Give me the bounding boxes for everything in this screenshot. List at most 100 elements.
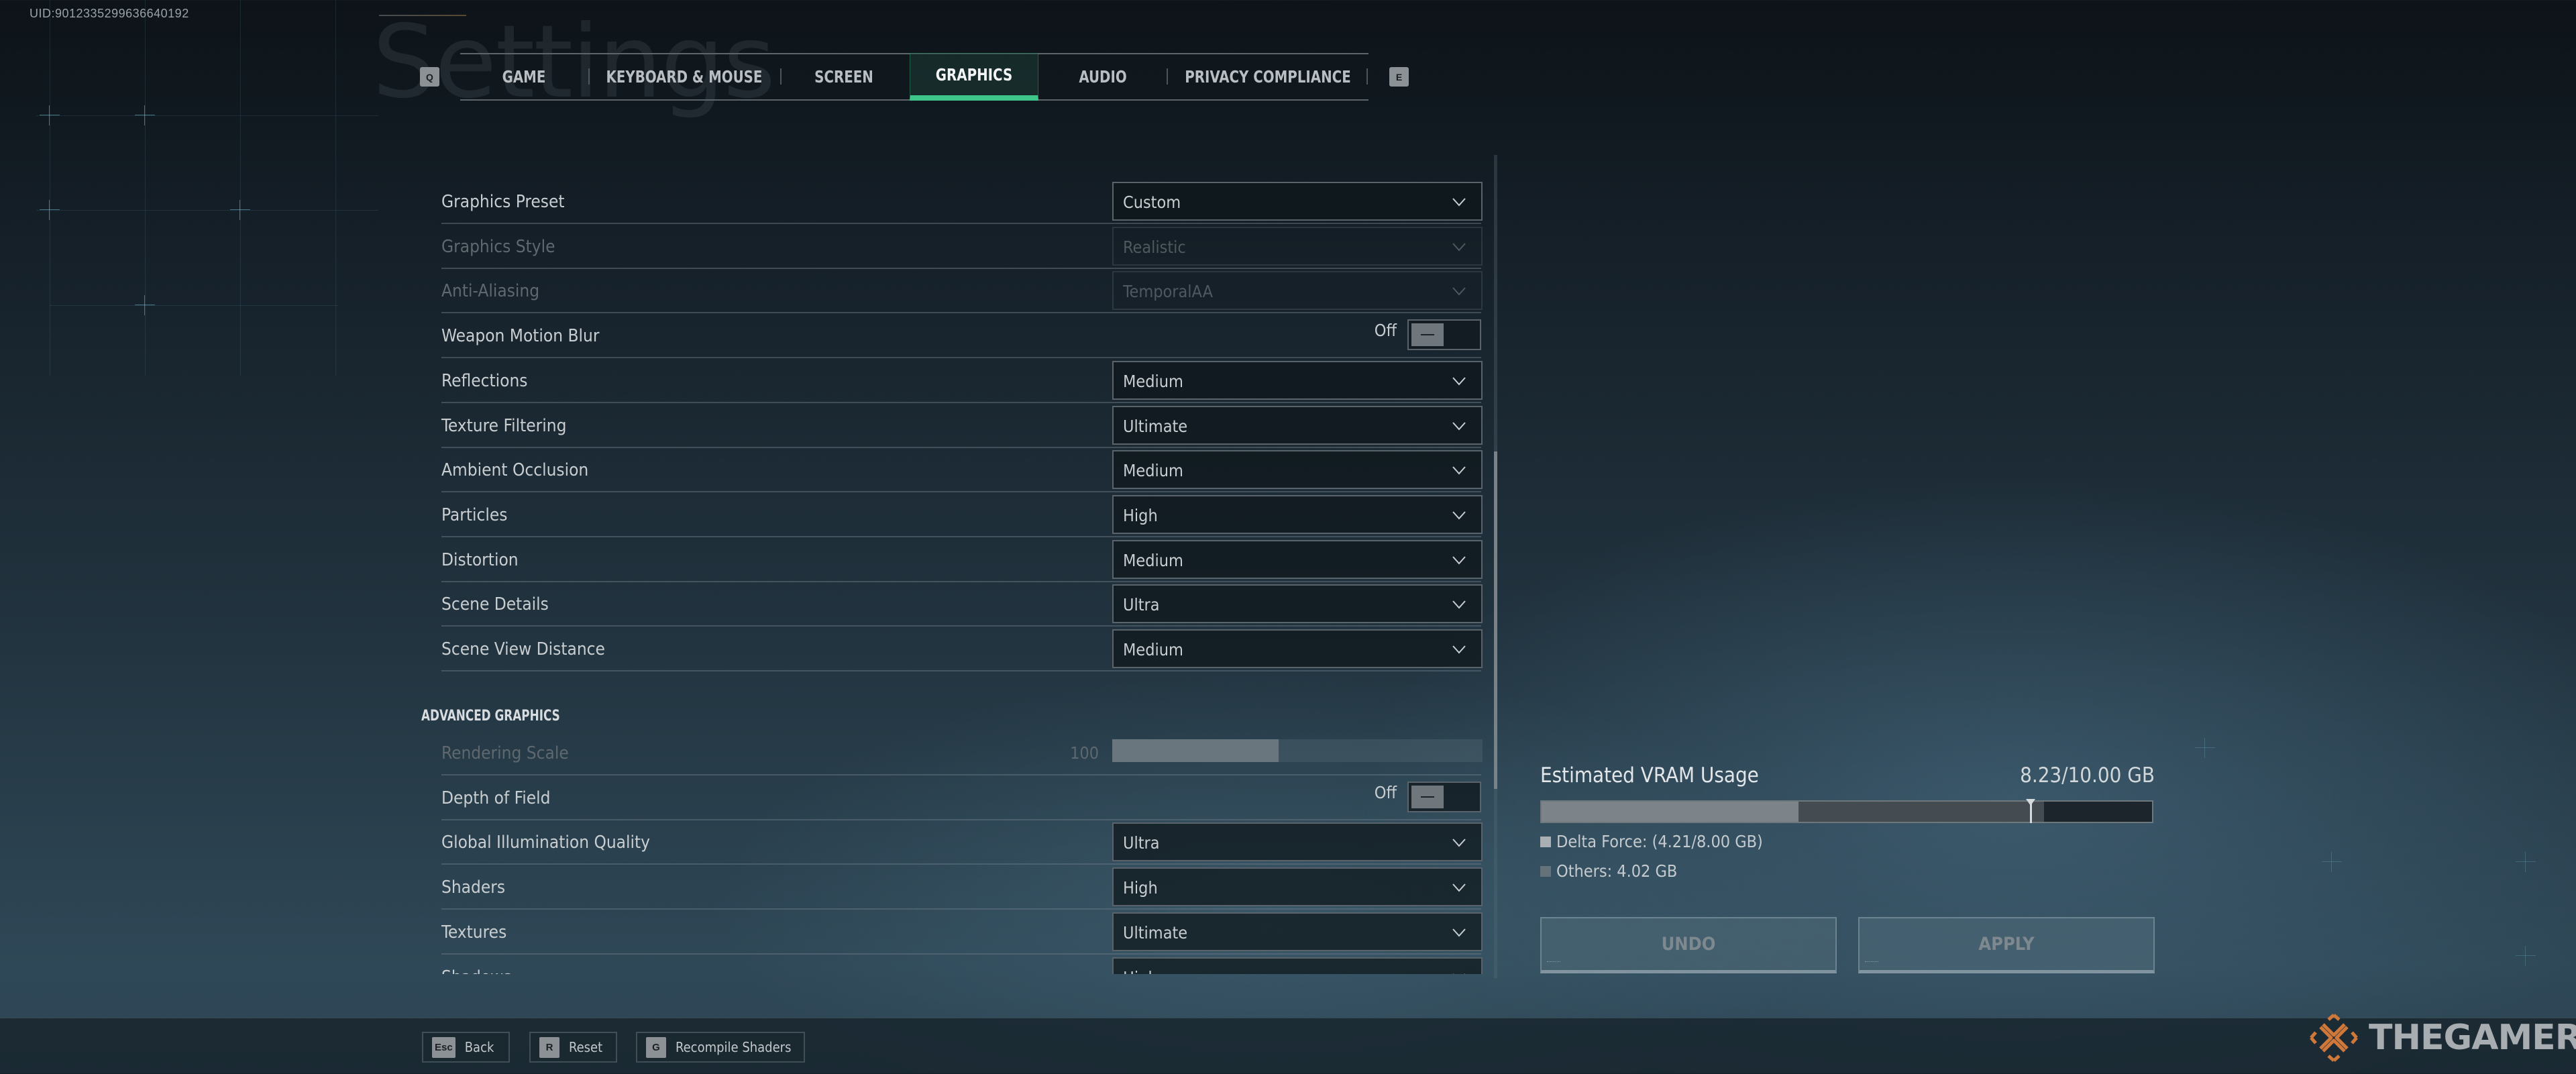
tab-divider [1366, 68, 1368, 85]
setting-label: Anti-Aliasing [441, 281, 540, 302]
toggle-state-label: Off [1374, 321, 1397, 341]
setting-row-weapon-motion-blur: Weapon Motion Blur Off [441, 314, 1481, 359]
legend-swatch-others [1540, 865, 1551, 877]
tab-divider [588, 68, 590, 85]
deco-grid-line [36, 210, 378, 211]
next-tab-key[interactable]: E [1389, 67, 1409, 87]
dropdown-value: High [1123, 505, 1158, 525]
deco-grid-line [240, 0, 241, 376]
apply-button[interactable]: APPLY [1858, 917, 2155, 973]
legend-game-label: Delta Force: (4.21/8.00 GB) [1556, 832, 1763, 851]
dropdown-value: Medium [1123, 550, 1183, 570]
legend-game: Delta Force: (4.21/8.00 GB) [1540, 832, 1763, 851]
undo-button[interactable]: UNDO [1540, 917, 1837, 973]
crosshair-icon [2322, 852, 2342, 872]
shadows-dropdown[interactable]: High [1112, 957, 1483, 974]
setting-row-shadows: Shadows High [441, 955, 1483, 974]
chevron-down-icon [1452, 973, 1466, 974]
particles-dropdown[interactable]: High [1112, 494, 1483, 534]
vram-budget-marker [2026, 799, 2035, 823]
setting-label: Graphics Preset [441, 192, 565, 212]
chevron-down-icon [1452, 421, 1466, 430]
crosshair-icon [2516, 852, 2536, 872]
setting-label: Particles [441, 504, 508, 525]
watermark-text: THEGAMER [2369, 1018, 2576, 1058]
recompile-shaders-button[interactable]: G Recompile Shaders [636, 1032, 805, 1063]
reflections-dropdown[interactable]: Medium [1112, 360, 1483, 400]
scene-view-distance-dropdown[interactable]: Medium [1112, 629, 1483, 668]
g-key-icon: G [646, 1036, 666, 1058]
setting-row-scene-view-distance: Scene View Distance Medium [441, 627, 1483, 672]
tab-game[interactable]: GAME [476, 53, 572, 101]
dropdown-value: Realistic [1123, 237, 1186, 257]
apply-button-label: APPLY [1978, 934, 2035, 955]
reset-button[interactable]: R Reset [529, 1032, 617, 1063]
dropdown-value: Ultra [1123, 833, 1160, 853]
watermark-logo: THEGAMER [2306, 1010, 2576, 1066]
slider-fill [1112, 739, 1279, 762]
scrollbar-thumb[interactable] [1494, 451, 1497, 789]
global-illumination-quality-dropdown[interactable]: Ultra [1112, 822, 1483, 862]
anti-aliasing-dropdown: TemporalAA [1112, 271, 1483, 311]
setting-label: Global Illumination Quality [441, 833, 651, 853]
chevron-down-icon [1452, 555, 1466, 565]
depth-of-field-toggle[interactable] [1407, 781, 1481, 812]
dropdown-value: Custom [1123, 193, 1181, 212]
dropdown-value: Ultimate [1123, 922, 1188, 943]
deco-grid-line [36, 115, 378, 116]
crosshair-icon [40, 200, 60, 220]
tab-graphics-label: GRAPHICS [935, 64, 1013, 85]
graphics-preset-dropdown[interactable]: Custom [1112, 182, 1483, 221]
dropdown-value: Medium [1123, 371, 1183, 391]
setting-row-reflections: Reflections Medium [441, 359, 1483, 403]
crosshair-icon [2516, 946, 2536, 966]
setting-row-particles: Particles High [441, 493, 1483, 537]
setting-row-global-illumination-quality: Global Illumination Quality Ultra [441, 820, 1483, 865]
r-key-icon: R [539, 1036, 559, 1058]
texture-filtering-dropdown[interactable]: Ultimate [1112, 405, 1483, 445]
prev-tab-key[interactable]: Q [420, 67, 439, 87]
toggle-knob [1411, 323, 1444, 347]
setting-row-depth-of-field: Depth of Field Off [441, 776, 1481, 820]
back-label: Back [464, 1039, 494, 1055]
rendering-scale-slider [1112, 739, 1483, 762]
distortion-dropdown[interactable]: Medium [1112, 539, 1483, 579]
uid-label: UID:9012335299636640192 [30, 7, 189, 20]
tab-graphics[interactable]: GRAPHICS [910, 53, 1038, 101]
scene-details-dropdown[interactable]: Ultra [1112, 584, 1483, 624]
ambient-occlusion-dropdown[interactable]: Medium [1112, 450, 1483, 490]
tab-keyboard-mouse[interactable]: KEYBOARD & MOUSE [602, 53, 767, 101]
crosshair-icon [135, 105, 155, 125]
setting-row-scene-details: Scene Details Ultra [441, 582, 1483, 627]
setting-row-anti-aliasing: Anti-Aliasing TemporalAA [441, 269, 1483, 314]
dropdown-value: Ultra [1123, 595, 1160, 615]
deco-grid-line [50, 305, 338, 306]
esc-key-icon: Esc [432, 1036, 455, 1058]
setting-row-texture-filtering: Texture Filtering Ultimate [441, 404, 1483, 448]
setting-row-shaders: Shaders High [441, 865, 1483, 910]
setting-label: Ambient Occlusion [441, 460, 589, 481]
setting-label: Rendering Scale [441, 743, 569, 763]
chevron-down-icon [1452, 377, 1466, 386]
thegamer-logo-icon [2310, 1014, 2358, 1062]
setting-label: Reflections [441, 370, 528, 391]
setting-row-graphics-preset: Graphics Preset Custom [441, 180, 1483, 224]
back-button[interactable]: Esc Back [422, 1032, 510, 1063]
weapon-motion-blur-toggle[interactable] [1407, 319, 1481, 351]
crosshair-icon [135, 295, 155, 315]
setting-label: Scene Details [441, 594, 549, 615]
vram-total: 8.23/10.00 GB [2020, 763, 2155, 788]
toggle-knob [1411, 785, 1444, 808]
setting-row-textures: Textures Ultimate [441, 910, 1483, 955]
tab-privacy-compliance[interactable]: PRIVACY COMPLIANCE [1182, 53, 1353, 101]
crosshair-icon [2195, 738, 2215, 758]
shaders-dropdown[interactable]: High [1112, 867, 1483, 907]
setting-label: Texture Filtering [441, 415, 567, 436]
tab-audio[interactable]: AUDIO [1051, 53, 1155, 101]
legend-others-label: Others: 4.02 GB [1556, 861, 1678, 881]
textures-dropdown[interactable]: Ultimate [1112, 912, 1483, 951]
tab-screen[interactable]: SCREEN [791, 53, 897, 101]
recompile-shaders-label: Recompile Shaders [676, 1039, 792, 1055]
toggle-state-label: Off [1374, 782, 1397, 802]
section-heading-advanced: ADVANCED GRAPHICS [421, 708, 560, 724]
